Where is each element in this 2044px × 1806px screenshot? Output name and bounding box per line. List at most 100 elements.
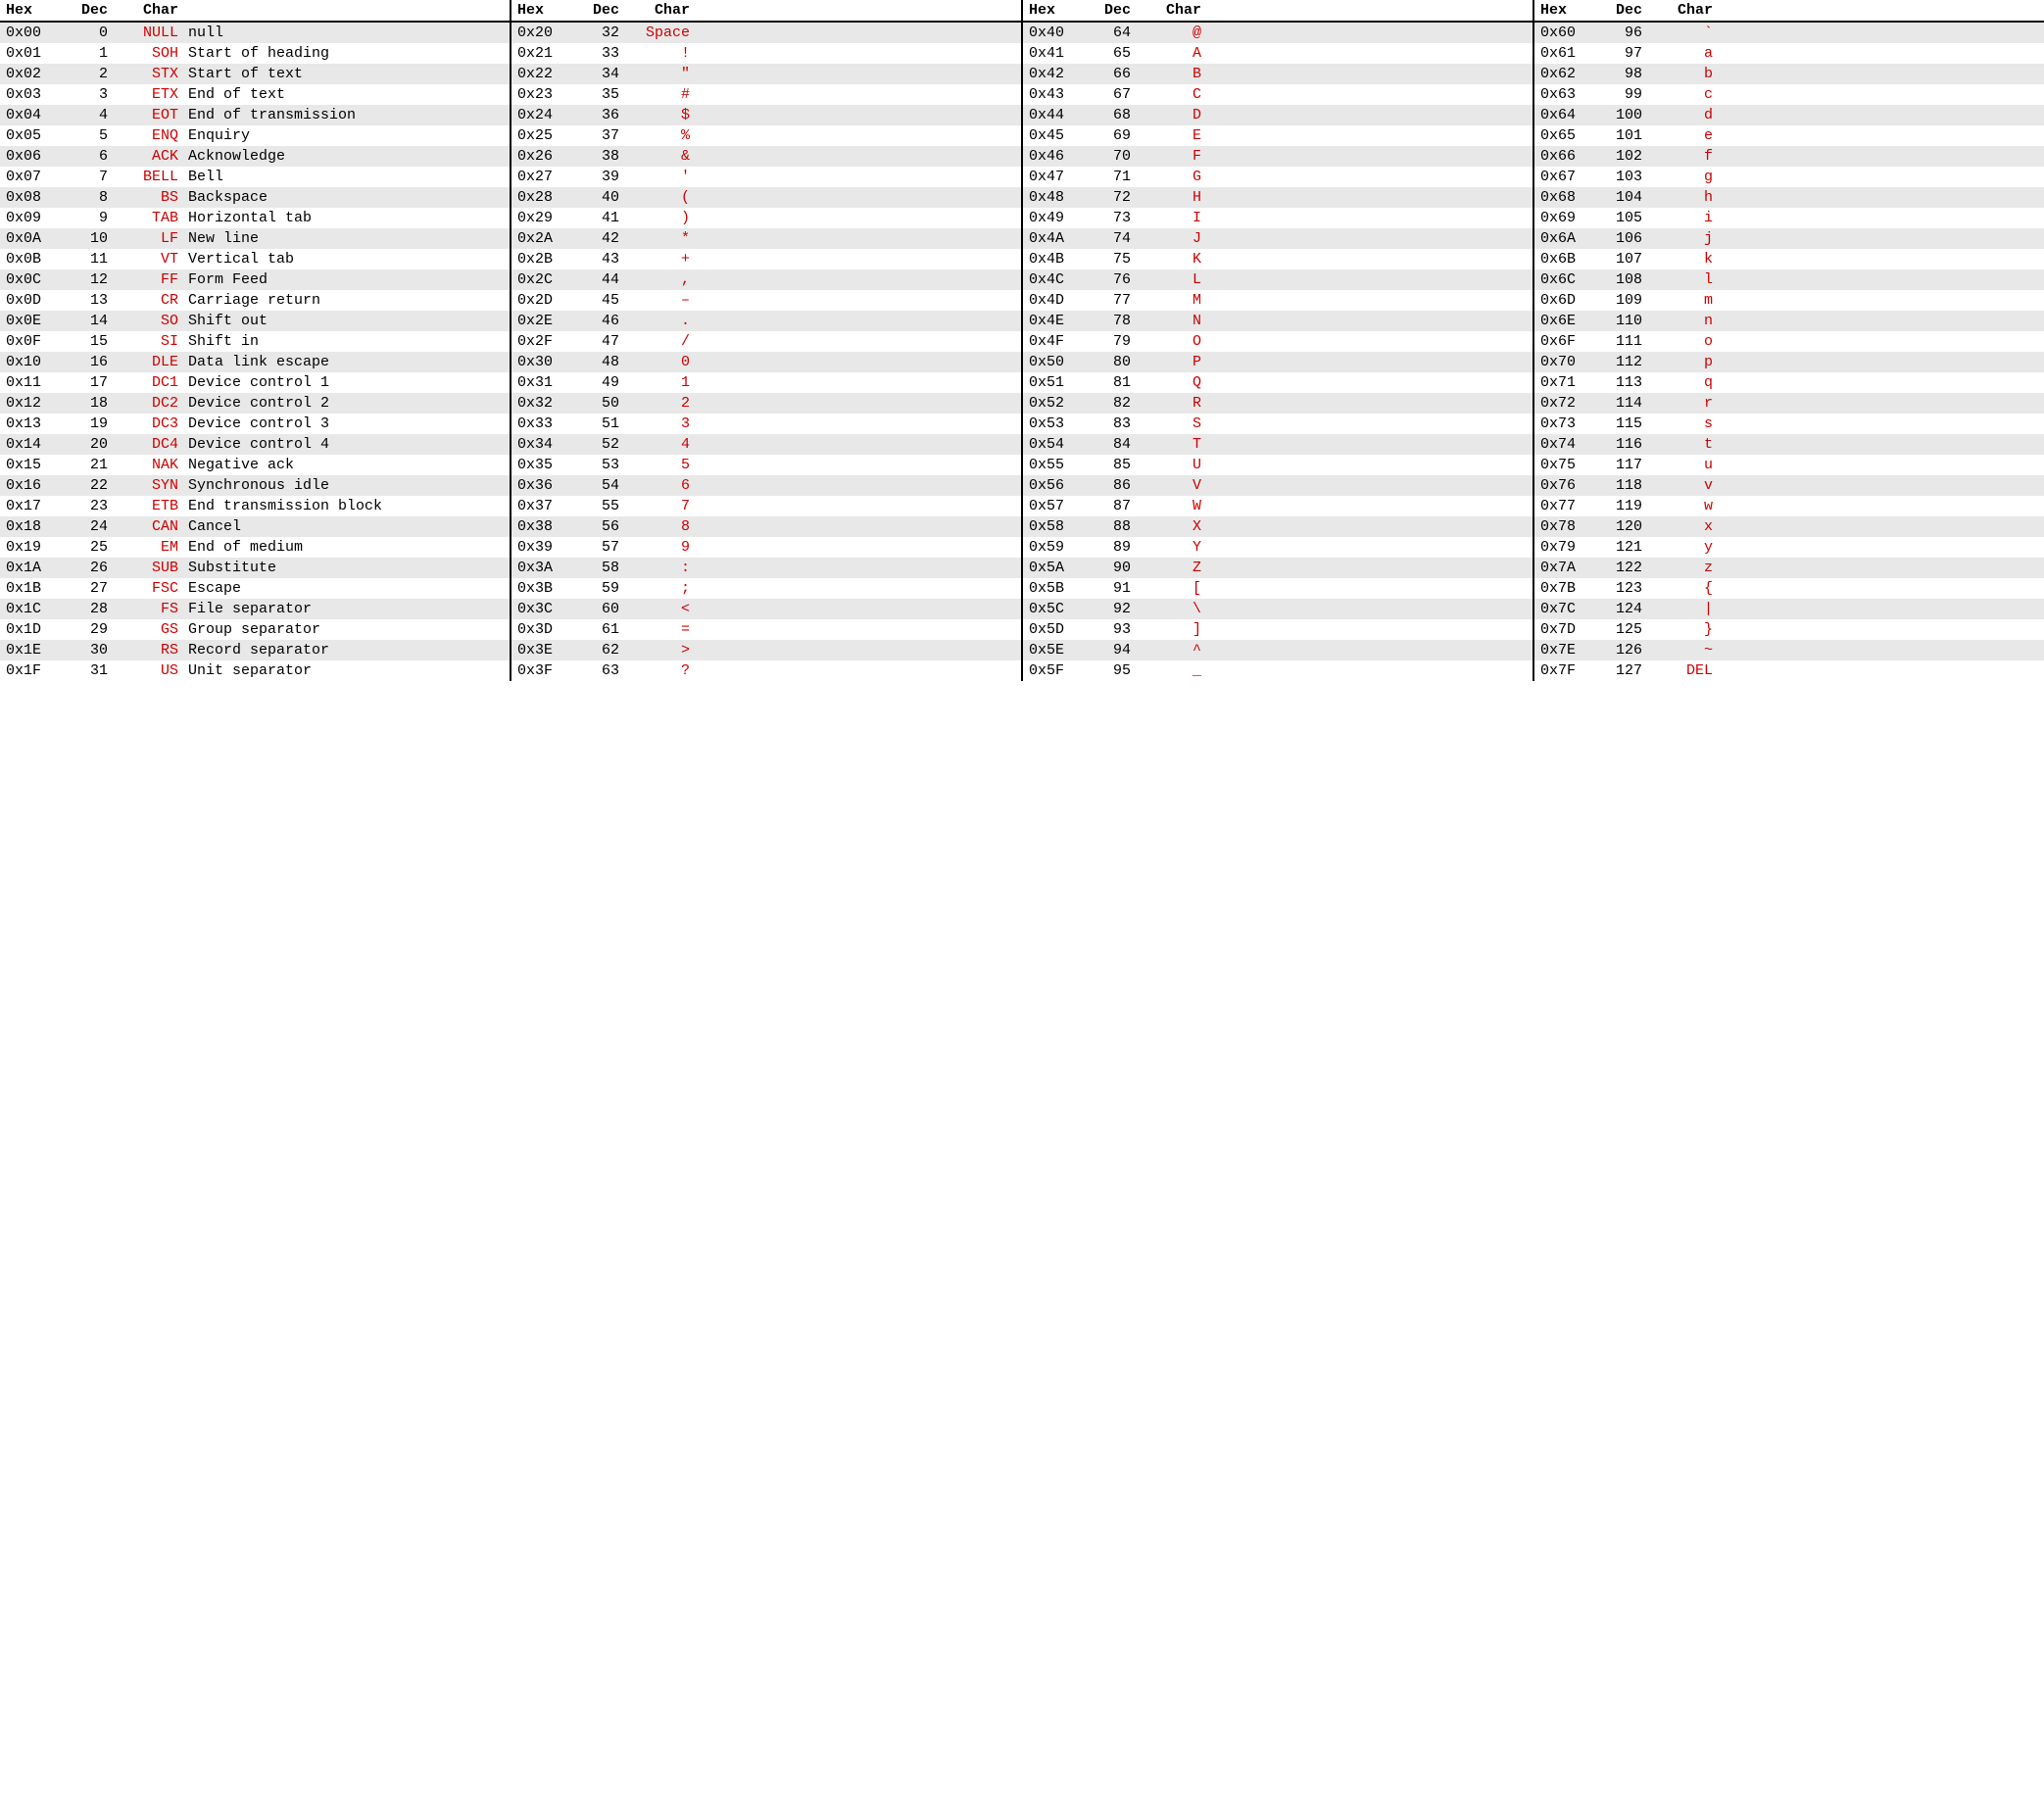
cell-dec: 56	[584, 518, 627, 535]
table-row: 0x4E78N	[1023, 311, 1533, 331]
table-row: 0x0F15SIShift in	[0, 331, 510, 352]
cell-dec: 3	[73, 86, 116, 103]
table-row: 0x6B107k	[1534, 249, 2044, 269]
cell-hex: 0x7E	[1540, 642, 1607, 659]
table-row: 0x4973I	[1023, 208, 1533, 228]
table-row: 0x5282R	[1023, 393, 1533, 414]
cell-desc: Device control 1	[184, 374, 504, 391]
cell-dec: 80	[1095, 354, 1139, 370]
cell-char: q	[1650, 374, 1719, 391]
cell-dec: 95	[1095, 662, 1139, 679]
table-row: 0x1F31USUnit separator	[0, 660, 510, 681]
cell-dec: 67	[1095, 86, 1139, 103]
cell-dec: 51	[584, 415, 627, 432]
cell-char: 5	[627, 457, 696, 473]
cell-char: r	[1650, 395, 1719, 412]
cell-char: *	[627, 230, 696, 247]
table-row: 0x0D13CRCarriage return	[0, 290, 510, 311]
cell-hex: 0x6B	[1540, 251, 1607, 268]
cell-hex: 0x73	[1540, 415, 1607, 432]
table-row: 0x2133!	[511, 43, 1021, 64]
cell-char: !	[627, 45, 696, 62]
cell-dec: 8	[73, 189, 116, 206]
table-row: 0x33513	[511, 414, 1021, 434]
cell-dec: 94	[1095, 642, 1139, 659]
table-row: 0x7F127DEL	[1534, 660, 2044, 681]
cell-desc: Carriage return	[184, 292, 504, 309]
cell-dec: 61	[584, 621, 627, 638]
cell-dec: 78	[1095, 313, 1139, 329]
cell-hex: 0x5F	[1029, 662, 1095, 679]
cell-desc: Start of text	[184, 66, 504, 82]
cell-hex: 0x1E	[6, 642, 73, 659]
cell-char: EOT	[116, 107, 184, 123]
table-row: 0x5A90Z	[1023, 558, 1533, 578]
cell-hex: 0x39	[517, 539, 584, 556]
cell-desc: Backspace	[184, 189, 504, 206]
cell-char: >	[627, 642, 696, 659]
cell-hex: 0x1A	[6, 560, 73, 576]
cell-char: B	[1139, 66, 1207, 82]
cell-dec: 117	[1607, 457, 1650, 473]
cell-hex: 0x11	[6, 374, 73, 391]
cell-char: l	[1650, 271, 1719, 288]
cell-char: A	[1139, 45, 1207, 62]
section-3: Hex Dec Char 0x4064@0x4165A0x4266B0x4367…	[1023, 0, 1534, 681]
table-row: 0x4D77M	[1023, 290, 1533, 311]
cell-dec: 2	[73, 66, 116, 82]
cell-dec: 48	[584, 354, 627, 370]
table-row: 0x73115s	[1534, 414, 2044, 434]
cell-char: L	[1139, 271, 1207, 288]
cell-hex: 0x02	[6, 66, 73, 82]
table-row: 0x3E62>	[511, 640, 1021, 660]
cell-char: EM	[116, 539, 184, 556]
cell-hex: 0x2F	[517, 333, 584, 350]
cell-char: ENQ	[116, 127, 184, 144]
table-row: 0x066ACKAcknowledge	[0, 146, 510, 167]
cell-dec: 49	[584, 374, 627, 391]
cell-dec: 72	[1095, 189, 1139, 206]
cell-hex: 0x61	[1540, 45, 1607, 62]
cell-hex: 0x47	[1029, 169, 1095, 185]
cell-dec: 99	[1607, 86, 1650, 103]
cell-dec: 69	[1095, 127, 1139, 144]
cell-hex: 0x6E	[1540, 313, 1607, 329]
cell-hex: 0x25	[517, 127, 584, 144]
cell-hex: 0x33	[517, 415, 584, 432]
cell-hex: 0x22	[517, 66, 584, 82]
cell-dec: 42	[584, 230, 627, 247]
cell-dec: 75	[1095, 251, 1139, 268]
cell-char: M	[1139, 292, 1207, 309]
cell-dec: 28	[73, 601, 116, 617]
cell-char: K	[1139, 251, 1207, 268]
cell-hex: 0x14	[6, 436, 73, 453]
cell-char: SI	[116, 333, 184, 350]
cell-hex: 0x3B	[517, 580, 584, 597]
cell-hex: 0x37	[517, 498, 584, 514]
cell-char: SYN	[116, 477, 184, 494]
cell-hex: 0x51	[1029, 374, 1095, 391]
cell-desc: Bell	[184, 169, 504, 185]
table-row: 0x75117u	[1534, 455, 2044, 475]
cell-dec: 52	[584, 436, 627, 453]
cell-hex: 0x62	[1540, 66, 1607, 82]
table-row: 0x4670F	[1023, 146, 1533, 167]
cell-desc: End of text	[184, 86, 504, 103]
cell-char: :	[627, 560, 696, 576]
cell-char: V	[1139, 477, 1207, 494]
cell-dec: 43	[584, 251, 627, 268]
cell-char: (	[627, 189, 696, 206]
cell-desc: Group separator	[184, 621, 504, 638]
table-row: 0x2840(	[511, 187, 1021, 208]
cell-char: Q	[1139, 374, 1207, 391]
cell-hex: 0x43	[1029, 86, 1095, 103]
table-row: 0x011SOHStart of heading	[0, 43, 510, 64]
cell-dec: 55	[584, 498, 627, 514]
cell-hex: 0x3A	[517, 560, 584, 576]
cell-hex: 0x34	[517, 436, 584, 453]
cell-dec: 35	[584, 86, 627, 103]
cell-char: 3	[627, 415, 696, 432]
cell-char: J	[1139, 230, 1207, 247]
cell-char: G	[1139, 169, 1207, 185]
cell-hex: 0x2E	[517, 313, 584, 329]
